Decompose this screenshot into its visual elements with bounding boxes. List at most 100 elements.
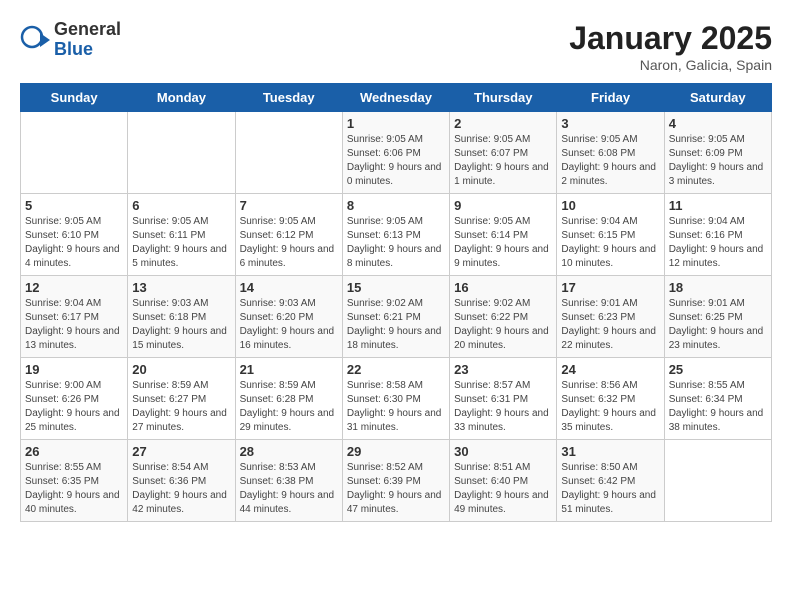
calendar-cell: 30 Sunrise: 8:51 AMSunset: 6:40 PMDayligh… (450, 440, 557, 522)
cell-content: Sunrise: 9:05 AMSunset: 6:14 PMDaylight:… (454, 215, 552, 271)
calendar-cell: 27 Sunrise: 8:54 AMSunset: 6:36 PMDayligh… (128, 440, 235, 522)
day-number: 11 (669, 198, 767, 213)
calendar-week-row: 12 Sunrise: 9:04 AMSunset: 6:17 PMDayligh… (21, 276, 772, 358)
day-header-monday: Monday (128, 84, 235, 112)
logo-blue-text: Blue (54, 40, 121, 60)
cell-content: Sunrise: 9:02 AMSunset: 6:22 PMDaylight:… (454, 297, 552, 353)
calendar-cell: 28Sunrise: 8:53 AMSunset: 6:38 PMDayligh… (235, 440, 342, 522)
cell-content: Sunrise: 9:05 AMSunset: 6:08 PMDaylight:… (561, 133, 659, 189)
calendar-cell (664, 440, 771, 522)
cell-content: Sunrise: 9:05 AMSunset: 6:12 PMDaylight:… (240, 215, 338, 271)
cell-content: Sunrise: 8:50 AMSunset: 6:42 PMDaylight:… (561, 461, 659, 517)
day-number: 7 (240, 198, 338, 213)
calendar-week-row: 5Sunrise: 9:05 AMSunset: 6:10 PMDaylight… (21, 194, 772, 276)
day-number: 2 (454, 116, 552, 131)
cell-content: Sunrise: 8:55 AMSunset: 6:34 PMDaylight:… (669, 379, 767, 435)
cell-content: Sunrise: 9:01 AMSunset: 6:25 PMDaylight:… (669, 297, 767, 353)
day-number: 9 (454, 198, 552, 213)
day-number: 17 (561, 280, 659, 295)
day-number: 24 (561, 362, 659, 377)
cell-content: Sunrise: 9:05 AMSunset: 6:09 PMDaylight:… (669, 133, 767, 189)
cell-content: Sunrise: 8:54 AMSunset: 6:36 PMDaylight:… (132, 461, 230, 517)
calendar-cell: 6 Sunrise: 9:05 AMSunset: 6:11 PMDaylight… (128, 194, 235, 276)
day-number: 22 (347, 362, 445, 377)
cell-content: Sunrise: 8:55 AMSunset: 6:35 PMDaylight:… (25, 461, 123, 517)
day-number: 1 (347, 116, 445, 131)
cell-content: Sunrise: 9:02 AMSunset: 6:21 PMDaylight:… (347, 297, 445, 353)
day-number: 20 (132, 362, 230, 377)
day-number: 21 (240, 362, 338, 377)
calendar-cell: 21Sunrise: 8:59 AMSunset: 6:28 PMDayligh… (235, 358, 342, 440)
day-number: 30 (454, 444, 552, 459)
day-header-sunday: Sunday (21, 84, 128, 112)
logo-general-text: General (54, 20, 121, 40)
calendar-table: SundayMondayTuesdayWednesdayThursdayFrid… (20, 83, 772, 522)
calendar-cell: 8 Sunrise: 9:05 AMSunset: 6:13 PMDaylight… (342, 194, 449, 276)
calendar-cell: 15 Sunrise: 9:02 AMSunset: 6:21 PMDayligh… (342, 276, 449, 358)
header-row: SundayMondayTuesdayWednesdayThursdayFrid… (21, 84, 772, 112)
calendar-cell (235, 112, 342, 194)
calendar-cell: 11Sunrise: 9:04 AMSunset: 6:16 PMDayligh… (664, 194, 771, 276)
day-number: 15 (347, 280, 445, 295)
calendar-cell: 29Sunrise: 8:52 AMSunset: 6:39 PMDayligh… (342, 440, 449, 522)
day-header-tuesday: Tuesday (235, 84, 342, 112)
calendar-cell: 5Sunrise: 9:05 AMSunset: 6:10 PMDaylight… (21, 194, 128, 276)
day-number: 12 (25, 280, 123, 295)
calendar-cell: 1 Sunrise: 9:05 AMSunset: 6:06 PMDaylight… (342, 112, 449, 194)
day-header-thursday: Thursday (450, 84, 557, 112)
cell-content: Sunrise: 8:53 AMSunset: 6:38 PMDaylight:… (240, 461, 338, 517)
page-header: General Blue January 2025 Naron, Galicia… (20, 20, 772, 73)
calendar-header: SundayMondayTuesdayWednesdayThursdayFrid… (21, 84, 772, 112)
day-header-wednesday: Wednesday (342, 84, 449, 112)
calendar-cell: 19 Sunrise: 9:00 AMSunset: 6:26 PMDayligh… (21, 358, 128, 440)
cell-content: Sunrise: 9:04 AMSunset: 6:17 PMDaylight:… (25, 297, 123, 353)
day-number: 5 (25, 198, 123, 213)
calendar-body: 1 Sunrise: 9:05 AMSunset: 6:06 PMDaylight… (21, 112, 772, 522)
cell-content: Sunrise: 8:51 AMSunset: 6:40 PMDaylight:… (454, 461, 552, 517)
calendar-week-row: 26 Sunrise: 8:55 AMSunset: 6:35 PMDayligh… (21, 440, 772, 522)
cell-content: Sunrise: 8:58 AMSunset: 6:30 PMDaylight:… (347, 379, 445, 435)
calendar-cell: 17Sunrise: 9:01 AMSunset: 6:23 PMDayligh… (557, 276, 664, 358)
day-number: 31 (561, 444, 659, 459)
day-number: 19 (25, 362, 123, 377)
calendar-week-row: 19 Sunrise: 9:00 AMSunset: 6:26 PMDayligh… (21, 358, 772, 440)
cell-content: Sunrise: 9:00 AMSunset: 6:26 PMDaylight:… (25, 379, 123, 435)
day-number: 4 (669, 116, 767, 131)
calendar-cell: 2Sunrise: 9:05 AMSunset: 6:07 PMDaylight… (450, 112, 557, 194)
day-number: 6 (132, 198, 230, 213)
calendar-cell (128, 112, 235, 194)
calendar-cell: 13Sunrise: 9:03 AMSunset: 6:18 PMDayligh… (128, 276, 235, 358)
day-header-friday: Friday (557, 84, 664, 112)
calendar-cell: 4 Sunrise: 9:05 AMSunset: 6:09 PMDaylight… (664, 112, 771, 194)
calendar-title: January 2025 (569, 20, 772, 57)
cell-content: Sunrise: 9:03 AMSunset: 6:20 PMDaylight:… (240, 297, 338, 353)
day-number: 10 (561, 198, 659, 213)
logo: General Blue (20, 20, 121, 60)
calendar-cell: 20 Sunrise: 8:59 AMSunset: 6:27 PMDayligh… (128, 358, 235, 440)
calendar-cell: 31 Sunrise: 8:50 AMSunset: 6:42 PMDayligh… (557, 440, 664, 522)
calendar-cell: 14Sunrise: 9:03 AMSunset: 6:20 PMDayligh… (235, 276, 342, 358)
cell-content: Sunrise: 9:05 AMSunset: 6:06 PMDaylight:… (347, 133, 445, 189)
day-number: 26 (25, 444, 123, 459)
logo-text: General Blue (54, 20, 121, 60)
calendar-cell: 7 Sunrise: 9:05 AMSunset: 6:12 PMDaylight… (235, 194, 342, 276)
title-section: January 2025 Naron, Galicia, Spain (569, 20, 772, 73)
calendar-cell: 23Sunrise: 8:57 AMSunset: 6:31 PMDayligh… (450, 358, 557, 440)
calendar-cell: 10 Sunrise: 9:04 AMSunset: 6:15 PMDayligh… (557, 194, 664, 276)
calendar-cell: 22 Sunrise: 8:58 AMSunset: 6:30 PMDayligh… (342, 358, 449, 440)
calendar-subtitle: Naron, Galicia, Spain (569, 57, 772, 73)
logo-icon (20, 25, 50, 55)
calendar-week-row: 1 Sunrise: 9:05 AMSunset: 6:06 PMDaylight… (21, 112, 772, 194)
day-number: 8 (347, 198, 445, 213)
cell-content: Sunrise: 8:56 AMSunset: 6:32 PMDaylight:… (561, 379, 659, 435)
day-number: 25 (669, 362, 767, 377)
cell-content: Sunrise: 9:05 AMSunset: 6:11 PMDaylight:… (132, 215, 230, 271)
cell-content: Sunrise: 8:52 AMSunset: 6:39 PMDaylight:… (347, 461, 445, 517)
cell-content: Sunrise: 9:05 AMSunset: 6:13 PMDaylight:… (347, 215, 445, 271)
calendar-cell: 16Sunrise: 9:02 AMSunset: 6:22 PMDayligh… (450, 276, 557, 358)
day-number: 27 (132, 444, 230, 459)
cell-content: Sunrise: 8:59 AMSunset: 6:27 PMDaylight:… (132, 379, 230, 435)
calendar-cell: 25 Sunrise: 8:55 AMSunset: 6:34 PMDayligh… (664, 358, 771, 440)
day-number: 18 (669, 280, 767, 295)
cell-content: Sunrise: 9:04 AMSunset: 6:15 PMDaylight:… (561, 215, 659, 271)
